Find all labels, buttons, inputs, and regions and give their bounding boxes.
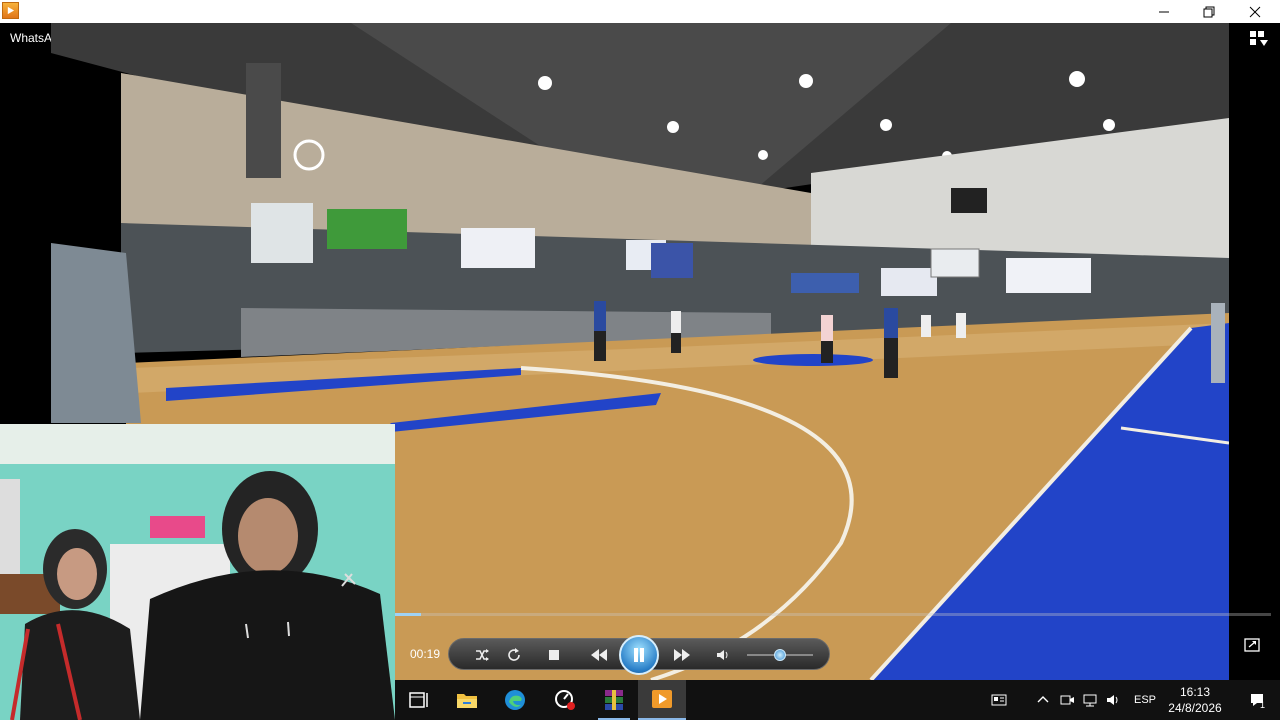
shuffle-icon bbox=[476, 649, 489, 661]
file-explorer-icon bbox=[457, 694, 477, 708]
webcam-scene bbox=[0, 424, 395, 720]
mute-button[interactable] bbox=[714, 646, 732, 664]
input-language[interactable]: ESP bbox=[1129, 680, 1161, 720]
current-time: 00:19 bbox=[410, 647, 441, 661]
webcam-overlay bbox=[0, 424, 395, 720]
network-icon bbox=[1083, 694, 1097, 707]
tray-network-button[interactable] bbox=[1081, 680, 1101, 720]
title-bar bbox=[0, 0, 1280, 23]
stop-button[interactable] bbox=[545, 646, 563, 664]
volume-slider[interactable] bbox=[747, 649, 813, 661]
tray-news-button[interactable] bbox=[983, 680, 1015, 720]
media-player-icon[interactable] bbox=[2, 2, 19, 19]
chevron-up-icon bbox=[1037, 696, 1049, 703]
tray-volume-button[interactable] bbox=[1103, 680, 1123, 720]
minimize-icon bbox=[1159, 11, 1169, 12]
fullscreen-icon[interactable] bbox=[1244, 638, 1260, 652]
screen-recorder-button[interactable] bbox=[541, 680, 589, 720]
clock-date: 24/8/2026 bbox=[1168, 701, 1222, 715]
shuffle-button[interactable] bbox=[473, 646, 491, 664]
minimize-button[interactable] bbox=[1141, 0, 1187, 23]
task-view-button[interactable] bbox=[395, 680, 443, 720]
news-widget-icon bbox=[991, 694, 1007, 706]
rewind-icon bbox=[591, 649, 607, 661]
pause-button[interactable] bbox=[619, 635, 659, 675]
restore-button[interactable] bbox=[1186, 0, 1232, 23]
file-explorer-button[interactable] bbox=[443, 680, 491, 720]
winrar-icon bbox=[605, 690, 623, 710]
screen-recorder-icon bbox=[555, 690, 575, 710]
task-view-icon bbox=[409, 692, 428, 708]
pause-icon bbox=[634, 648, 644, 662]
media-player-button[interactable] bbox=[638, 680, 686, 720]
stop-icon bbox=[549, 650, 559, 660]
volume-thumb[interactable] bbox=[774, 649, 786, 661]
volume-icon bbox=[1107, 695, 1118, 705]
edge-button[interactable] bbox=[491, 680, 539, 720]
notification-count: 1 bbox=[1259, 700, 1265, 710]
speaker-icon bbox=[717, 650, 728, 660]
clock-time: 16:13 bbox=[1179, 685, 1211, 699]
system-clock[interactable]: 16:13 24/8/2026 bbox=[1165, 684, 1225, 716]
camera-icon bbox=[1060, 695, 1074, 705]
fast-forward-icon bbox=[674, 649, 690, 661]
edge-icon bbox=[505, 690, 525, 710]
close-button[interactable] bbox=[1232, 0, 1278, 23]
repeat-icon bbox=[508, 648, 520, 661]
winrar-button[interactable] bbox=[590, 680, 638, 720]
playback-controls bbox=[448, 635, 830, 675]
taskbar: ESP 16:13 24/8/2026 1 bbox=[395, 680, 1280, 720]
seek-bar[interactable] bbox=[395, 613, 1271, 616]
close-icon bbox=[1249, 6, 1261, 17]
notifications-button[interactable]: 1 bbox=[1241, 680, 1273, 720]
next-button[interactable] bbox=[669, 646, 695, 664]
restore-icon bbox=[1203, 6, 1215, 17]
media-player-icon bbox=[652, 690, 672, 708]
switch-to-library-icon[interactable] bbox=[1250, 31, 1270, 47]
repeat-button[interactable] bbox=[505, 646, 523, 664]
tray-meet-button[interactable] bbox=[1057, 680, 1077, 720]
tray-overflow-button[interactable] bbox=[1033, 680, 1053, 720]
previous-button[interactable] bbox=[586, 646, 612, 664]
seek-progress bbox=[395, 613, 422, 616]
